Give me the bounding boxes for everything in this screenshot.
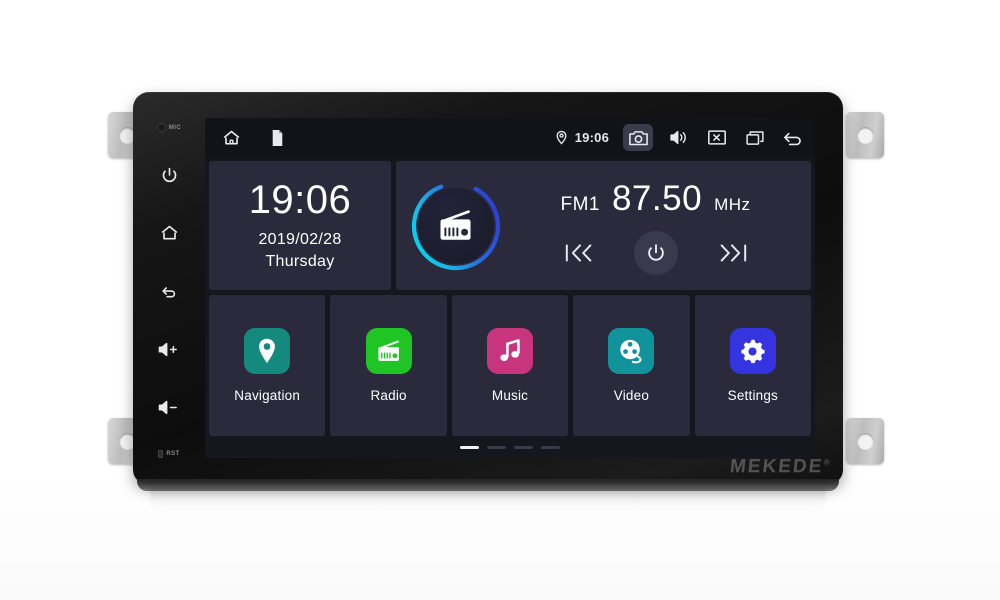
app-label-video: Video xyxy=(613,388,650,403)
app-label-music: Music xyxy=(491,388,529,403)
radio-unit: MHz xyxy=(714,194,751,214)
statusbar-home-button[interactable] xyxy=(219,126,243,150)
microphone-hole: MIC xyxy=(156,123,182,132)
back-arrow-icon xyxy=(784,132,801,145)
clock-weekday: Thursday xyxy=(265,253,335,270)
app-radio[interactable]: Radio xyxy=(330,295,447,436)
skip-previous-icon xyxy=(565,243,591,262)
clock-time: 19:06 xyxy=(248,178,352,222)
page-dot[interactable] xyxy=(460,445,479,449)
hw-volume-down-button[interactable] xyxy=(146,392,192,422)
clock-widget[interactable]: 19:06 2019/02/28 Thursday xyxy=(209,161,391,290)
settings-icon-bg xyxy=(729,328,776,374)
volume-up-icon xyxy=(158,342,177,356)
power-icon xyxy=(162,167,176,182)
camera-icon xyxy=(628,130,648,145)
page-dot[interactable] xyxy=(487,445,506,449)
radio-frequency: 87.50 xyxy=(611,178,703,218)
back-arrow-icon xyxy=(162,286,176,298)
app-settings[interactable]: Settings xyxy=(694,295,812,436)
app-label-settings: Settings xyxy=(727,388,779,403)
home-icon xyxy=(223,130,239,144)
previous-station-button[interactable] xyxy=(564,240,596,266)
app-label-radio: Radio xyxy=(370,388,407,403)
status-bar: 19:06 xyxy=(205,118,815,157)
screenshot-stage: MIC RST 19:06 19:06 2019/02/28 Thursday … xyxy=(0,0,1000,600)
map-pin-icon xyxy=(259,338,276,364)
hw-power-button[interactable] xyxy=(146,160,192,190)
radio-icon xyxy=(440,209,471,240)
volume-button[interactable] xyxy=(667,126,691,150)
statusbar-clock: 19:06 xyxy=(574,130,609,145)
close-box-icon xyxy=(708,130,726,145)
android-screen: 19:06 19:06 2019/02/28 Thursday FM1 87.5… xyxy=(205,118,815,458)
hw-volume-up-button[interactable] xyxy=(146,334,192,364)
clock-date: 2019/02/28 xyxy=(258,231,342,248)
head-unit-chassis: MIC RST 19:06 19:06 2019/02/28 Thursday … xyxy=(133,92,843,491)
page-dot[interactable] xyxy=(541,445,560,449)
statusbar-sdcard-indicator[interactable] xyxy=(265,126,289,150)
app-shortcut-row: Navigation Radio Music Video Settings xyxy=(205,290,815,436)
lcd-panel: 19:06 19:06 2019/02/28 Thursday FM1 87.5… xyxy=(205,118,815,458)
location-pin-icon xyxy=(556,130,567,145)
speaker-icon xyxy=(670,130,686,145)
mounting-bracket-bottom-right xyxy=(846,418,884,464)
mic-icon xyxy=(156,123,166,132)
page-dot[interactable] xyxy=(514,445,533,449)
skip-next-icon xyxy=(720,243,746,262)
sdcard-icon xyxy=(272,129,282,146)
film-reel-icon xyxy=(620,339,642,364)
volume-down-icon xyxy=(158,400,177,414)
widget-row: 19:06 2019/02/28 Thursday FM1 87.50 MHz xyxy=(205,157,815,290)
reset-label: RST xyxy=(166,451,180,457)
recents-icon xyxy=(745,130,764,145)
mounting-bracket-top-right xyxy=(846,112,884,158)
app-navigation[interactable]: Navigation xyxy=(209,295,326,436)
recent-apps-button[interactable] xyxy=(743,126,767,150)
hw-home-button[interactable] xyxy=(146,218,192,248)
gear-icon xyxy=(741,339,765,363)
brand-name: MEKEDE xyxy=(728,456,825,477)
radio-transport-controls xyxy=(514,230,797,275)
music-note-icon xyxy=(500,339,520,362)
statusbar-location-time: 19:06 xyxy=(555,130,609,146)
video-icon-bg xyxy=(608,328,655,374)
radio-info: FM1 87.50 MHz xyxy=(506,177,797,275)
reset-icon xyxy=(158,450,164,458)
mic-label: MIC xyxy=(168,124,182,131)
brand-mark: ® xyxy=(823,457,830,467)
radio-power-button[interactable] xyxy=(633,230,678,275)
power-icon xyxy=(647,243,664,261)
reset-pinhole[interactable]: RST xyxy=(158,450,179,484)
hw-back-button[interactable] xyxy=(146,276,192,306)
radio-band: FM1 xyxy=(560,193,600,215)
next-station-button[interactable] xyxy=(716,240,748,266)
frequency-display: FM1 87.50 MHz xyxy=(514,179,797,219)
brand-watermark: MEKEDE® xyxy=(729,456,831,478)
radio-widget-icon xyxy=(406,176,506,276)
screenshot-camera-button[interactable] xyxy=(623,124,653,151)
navigation-icon-bg xyxy=(244,328,291,374)
radio-icon-bg xyxy=(365,328,412,374)
app-music[interactable]: Music xyxy=(451,295,569,436)
close-app-button[interactable] xyxy=(705,126,729,150)
radio-icon xyxy=(378,340,399,361)
music-icon-bg xyxy=(487,328,534,374)
radio-dial[interactable] xyxy=(406,176,506,276)
radio-widget[interactable]: FM1 87.50 MHz xyxy=(396,161,811,290)
hardware-key-column: MIC RST xyxy=(133,92,205,484)
app-label-navigation: Navigation xyxy=(234,388,301,403)
back-button[interactable] xyxy=(781,126,805,150)
page-indicator[interactable] xyxy=(205,436,815,458)
app-video[interactable]: Video xyxy=(573,295,690,436)
home-icon xyxy=(161,225,177,240)
